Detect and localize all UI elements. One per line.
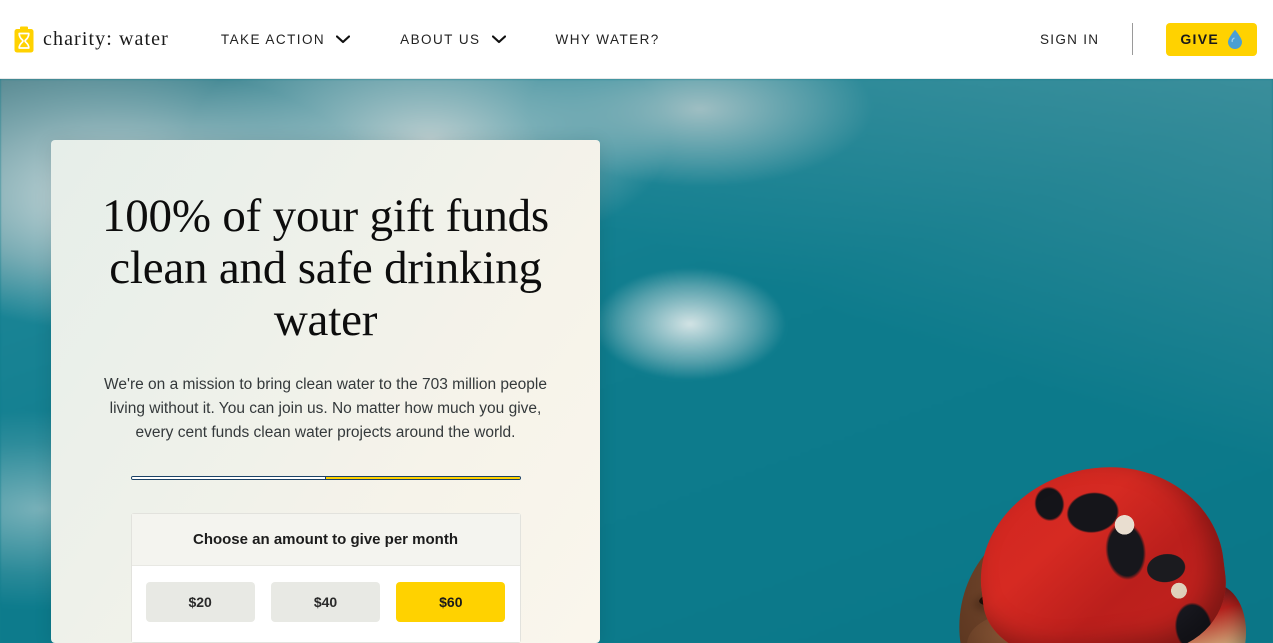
chevron-down-icon bbox=[336, 34, 351, 43]
site-header: charity: water TAKE ACTION ABOUT US WHY … bbox=[0, 0, 1273, 79]
chevron-down-icon bbox=[491, 34, 506, 43]
give-once-tab[interactable]: GIVE ONCE bbox=[131, 477, 325, 479]
amount-option-3[interactable]: $60 bbox=[396, 582, 506, 622]
hero-headline: 100% of your gift funds clean and safe d… bbox=[101, 190, 550, 346]
frequency-toggle: GIVE ONCE MONTHLY bbox=[130, 476, 521, 480]
header-actions: SIGN IN GIVE bbox=[1040, 22, 1257, 56]
give-button[interactable]: GIVE bbox=[1166, 22, 1257, 56]
amount-options: $20 $40 $60 bbox=[131, 566, 520, 642]
amount-heading-text: Choose an amount to give per month bbox=[192, 531, 458, 548]
woman-portrait bbox=[945, 453, 1273, 643]
amount-option-1[interactable]: $20 bbox=[145, 582, 255, 622]
header-divider bbox=[1132, 23, 1134, 55]
patterned-headscarf bbox=[968, 453, 1234, 643]
nav-item-why-water[interactable]: WHY WATER? bbox=[556, 32, 660, 47]
jerry-can-icon bbox=[14, 26, 34, 52]
amount-selector: Choose an amount to give per month $20 $… bbox=[130, 513, 521, 643]
sign-in-link[interactable]: SIGN IN bbox=[1040, 32, 1099, 47]
donation-card: 100% of your gift funds clean and safe d… bbox=[51, 140, 600, 643]
monthly-tab[interactable]: MONTHLY bbox=[325, 477, 520, 479]
main-navigation: TAKE ACTION ABOUT US WHY WATER? bbox=[221, 32, 710, 47]
nav-item-take-action[interactable]: TAKE ACTION bbox=[220, 31, 351, 47]
amount-heading: Choose an amount to give per month bbox=[131, 514, 520, 566]
brand-name: charity: water bbox=[43, 27, 169, 50]
nav-label: ABOUT US bbox=[400, 31, 481, 47]
give-button-label: GIVE bbox=[1180, 31, 1219, 47]
amount-option-2[interactable]: $40 bbox=[270, 582, 381, 622]
nav-label: TAKE ACTION bbox=[220, 31, 326, 47]
brand-logo[interactable]: charity: water bbox=[14, 26, 169, 53]
nav-label: WHY WATER? bbox=[555, 31, 660, 47]
hero-subtext: We're on a mission to bring clean water … bbox=[104, 376, 547, 441]
nav-item-about-us[interactable]: ABOUT US bbox=[400, 31, 506, 47]
water-drop-icon bbox=[1228, 29, 1242, 49]
